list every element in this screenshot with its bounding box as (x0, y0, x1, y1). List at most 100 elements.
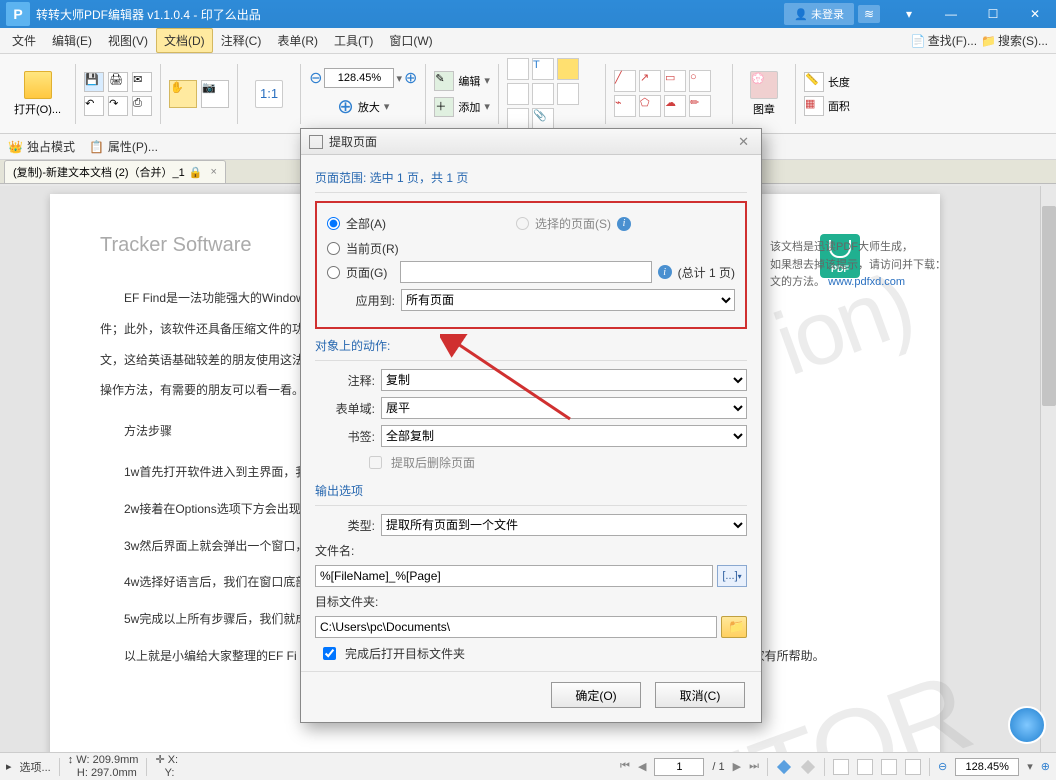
radio-pages-input[interactable] (327, 266, 340, 279)
close-button[interactable]: ✕ (1014, 0, 1056, 28)
delete-after-checkbox-row[interactable]: 提取后删除页面 (365, 453, 747, 472)
menu-document[interactable]: 文档(D) (156, 28, 213, 53)
layout-continuous-icon[interactable] (857, 759, 873, 775)
edit-dropdown-icon[interactable]: ▾ (484, 74, 490, 87)
strike-icon[interactable] (557, 83, 579, 105)
edit-content-icon[interactable]: ✎ (434, 71, 454, 91)
open-button[interactable]: 打开(O)... (8, 67, 67, 121)
layout-facing-icon[interactable] (881, 759, 897, 775)
find-button[interactable]: 📄查找(F)... (911, 32, 977, 49)
vertical-scrollbar[interactable] (1040, 186, 1056, 752)
prev-page-icon[interactable]: ◀ (638, 760, 646, 773)
first-page-icon[interactable]: ⏮ (620, 760, 630, 773)
options-button[interactable]: 选项... (20, 759, 51, 775)
note-icon[interactable] (507, 58, 529, 80)
cloud-icon[interactable]: ☁ (664, 95, 686, 117)
zoom-out-status-icon[interactable]: ⊖ (938, 760, 947, 773)
attach-icon[interactable]: 📎 (532, 108, 554, 130)
actual-size-button[interactable]: 1:1 (246, 76, 292, 112)
oval-icon[interactable]: ○ (689, 70, 711, 92)
measure-distance-button[interactable]: 📏 长度 (804, 72, 850, 92)
cancel-button[interactable]: 取消(C) (655, 682, 745, 708)
underline-icon[interactable] (507, 108, 529, 130)
menu-view[interactable]: 视图(V) (100, 28, 156, 53)
mail-icon[interactable]: ✉ (132, 72, 152, 92)
search-button[interactable]: 📁搜索(S)... (981, 32, 1048, 49)
info-icon[interactable]: i (617, 217, 631, 231)
save-icon[interactable]: 💾 (84, 72, 104, 92)
radio-all-pages[interactable]: 全部(A) (327, 215, 386, 232)
arrow-icon[interactable]: ↗ (639, 70, 661, 92)
info-icon[interactable]: i (658, 265, 672, 279)
nav-forward-icon[interactable] (801, 759, 815, 773)
zoom-in-large-icon[interactable]: ⊕ (337, 94, 354, 119)
line-icon[interactable]: ╱ (614, 70, 636, 92)
side-panel-toggle-icon[interactable]: ▸ (6, 760, 12, 773)
zoom-dropdown-icon[interactable]: ▾ (396, 72, 402, 85)
last-page-icon[interactable]: ⏭ (749, 760, 759, 773)
hand-tool-icon[interactable]: ✋ (169, 80, 197, 108)
radio-current-page[interactable]: 当前页(R) (327, 240, 735, 257)
print-icon[interactable]: 🖨 (108, 72, 128, 92)
zoom-out-icon[interactable]: ⊖ (309, 68, 322, 88)
add-dropdown-icon[interactable]: ▾ (484, 100, 490, 113)
snapshot-icon[interactable]: 📷 (201, 80, 229, 108)
rect-icon[interactable]: ▭ (664, 70, 686, 92)
pdf-note-link[interactable]: www.pdfxd.com (828, 276, 905, 288)
highlight-icon[interactable] (557, 58, 579, 80)
pages-input[interactable] (400, 261, 652, 283)
ok-button[interactable]: 确定(O) (551, 682, 641, 708)
menu-file[interactable]: 文件 (4, 28, 44, 53)
stamp-button[interactable]: 💮 图章 (741, 67, 787, 121)
radio-all-input[interactable] (327, 217, 340, 230)
nav-back-icon[interactable] (777, 759, 791, 773)
title-dropdown-button[interactable]: ▾ (888, 0, 930, 28)
zoom-status-dropdown-icon[interactable]: ▾ (1027, 760, 1033, 773)
measure-area-button[interactable]: ▦ 面积 (804, 96, 850, 116)
menu-tools[interactable]: 工具(T) (326, 28, 381, 53)
annotations-select[interactable]: 复制 (381, 369, 747, 391)
login-button[interactable]: 👤 未登录 (784, 3, 854, 25)
zoom-in-icon[interactable]: ⊕ (404, 68, 417, 88)
zoom-input[interactable] (324, 68, 394, 88)
bookmarks-select[interactable]: 全部复制 (381, 425, 747, 447)
polyline-icon[interactable]: ⌁ (614, 95, 636, 117)
destination-input[interactable] (315, 616, 717, 638)
undo-icon[interactable]: ↶ (84, 96, 104, 116)
network-icon[interactable]: ≋ (858, 5, 880, 23)
typewriter-icon[interactable]: T (532, 58, 554, 80)
polygon-icon[interactable]: ⬠ (639, 95, 661, 117)
open-after-checkbox-row[interactable]: 完成后打开目标文件夹 (319, 644, 747, 663)
dialog-title-bar[interactable]: 提取页面 ✕ (301, 129, 761, 155)
apply-to-select[interactable]: 所有页面 (401, 289, 735, 311)
document-tab[interactable]: (复制)-新建文本文档 (2)（合并）_1 🔒 × (4, 160, 226, 183)
filename-macro-button[interactable]: [...]▾ (717, 565, 747, 587)
menu-comments[interactable]: 注释(C) (213, 28, 270, 53)
form-fields-select[interactable]: 展平 (381, 397, 747, 419)
radio-current-input[interactable] (327, 242, 340, 255)
output-type-select[interactable]: 提取所有页面到一个文件 (381, 514, 747, 536)
maximize-button[interactable]: ☐ (972, 0, 1014, 28)
add-content-icon[interactable]: ＋ (434, 97, 454, 117)
tab-close-icon[interactable]: × (210, 166, 216, 178)
pencil-icon[interactable]: ✏ (689, 95, 711, 117)
menu-form[interactable]: 表单(R) (269, 28, 326, 53)
properties-button[interactable]: 📋 属性(P)... (89, 138, 158, 155)
layout-single-icon[interactable] (833, 759, 849, 775)
dialog-close-icon[interactable]: ✕ (734, 134, 753, 150)
textbox-icon[interactable] (507, 83, 529, 105)
layout-book-icon[interactable] (905, 759, 921, 775)
redo-icon[interactable]: ↷ (108, 96, 128, 116)
browse-button[interactable]: 📁 (721, 616, 747, 638)
minimize-button[interactable]: — (930, 0, 972, 28)
scan-icon[interactable]: ⎙ (132, 96, 152, 116)
filename-input[interactable] (315, 565, 713, 587)
callout-icon[interactable] (532, 83, 554, 105)
scrollbar-thumb[interactable] (1042, 206, 1056, 406)
zoom-in-status-icon[interactable]: ⊕ (1041, 760, 1050, 773)
radio-selected-pages[interactable]: 选择的页面(S) i (516, 215, 631, 232)
page-number-input[interactable] (654, 758, 704, 776)
zoom-dropdown2-icon[interactable]: ▾ (384, 100, 390, 113)
next-page-icon[interactable]: ▶ (733, 760, 741, 773)
menu-edit[interactable]: 编辑(E) (44, 28, 100, 53)
